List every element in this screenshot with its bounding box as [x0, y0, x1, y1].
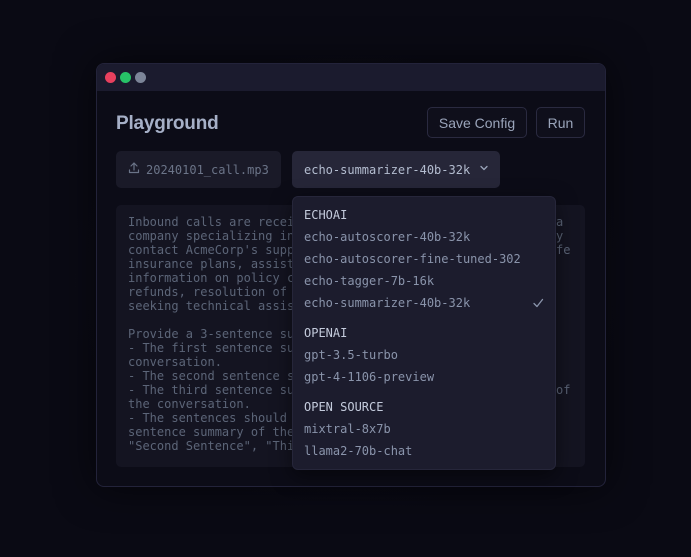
model-dropdown-menu: ECHOAI echo-autoscorer-40b-32k echo-autosc…: [292, 196, 556, 470]
check-icon: [532, 297, 544, 312]
maximize-window-dot[interactable]: [120, 72, 131, 83]
page-title: Playground: [116, 113, 219, 134]
dropdown-option[interactable]: echo-summarizer-40b-32k: [304, 296, 470, 310]
dropdown-option[interactable]: gpt-4-1106-preview: [304, 370, 434, 384]
dropdown-group-label: OPENAI: [304, 326, 348, 340]
file-chip[interactable]: 20240101_call.mp3: [116, 151, 281, 188]
save-config-button[interactable]: Save Config: [427, 107, 527, 138]
dropdown-group-label: OPEN SOURCE: [304, 400, 384, 414]
window-titlebar: [97, 64, 605, 91]
file-name: 20240101_call.mp3: [146, 162, 269, 177]
run-button[interactable]: Run: [536, 107, 585, 138]
dropdown-option[interactable]: echo-autoscorer-40b-32k: [304, 230, 470, 244]
chevron-down-icon: [478, 162, 490, 177]
minimize-window-dot[interactable]: [135, 72, 146, 83]
prompt-fragment: y: [556, 229, 564, 243]
dropdown-option[interactable]: echo-tagger-7b-16k: [304, 274, 434, 288]
dropdown-group-label: ECHOAI: [304, 208, 348, 222]
dropdown-option[interactable]: gpt-3.5-turbo: [304, 348, 398, 362]
model-select[interactable]: echo-summarizer-40b-32k: [292, 151, 500, 188]
dropdown-option[interactable]: llama2-70b-chat: [304, 444, 412, 458]
prompt-fragment: a: [556, 215, 564, 229]
prompt-fragment: of: [556, 383, 571, 397]
upload-icon: [128, 162, 140, 177]
prompt-fragment: fe: [556, 243, 571, 257]
dropdown-option[interactable]: echo-autoscorer-fine-tuned-302: [304, 252, 521, 266]
dropdown-option[interactable]: mixtral-8x7b: [304, 422, 391, 436]
close-window-dot[interactable]: [105, 72, 116, 83]
model-select-value: echo-summarizer-40b-32k: [304, 162, 471, 177]
